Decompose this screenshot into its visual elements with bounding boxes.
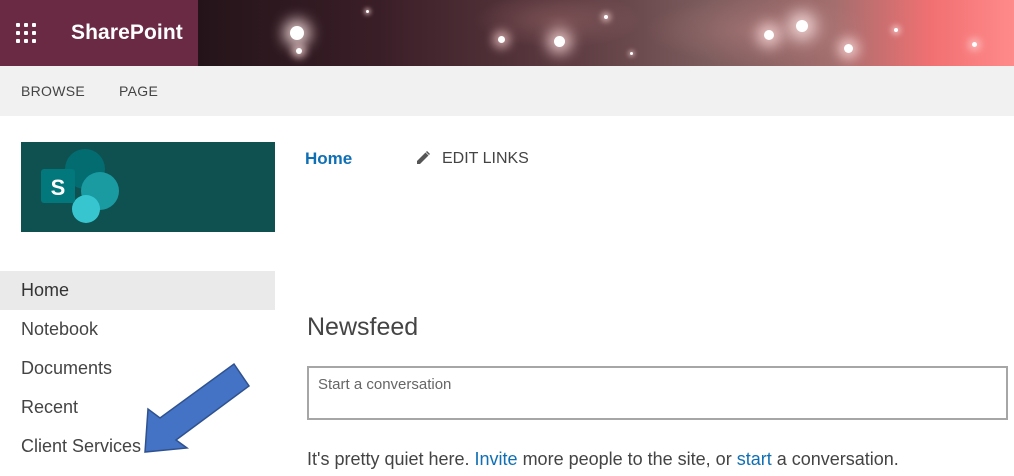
waffle-icon[interactable] <box>14 21 38 45</box>
quiet-middle: more people to the site, or <box>517 449 737 469</box>
nav-item-recent[interactable]: Recent <box>0 388 275 427</box>
theme-banner <box>198 0 1014 66</box>
edit-links-button[interactable]: EDIT LINKS <box>414 150 529 168</box>
quiet-prefix: It's pretty quiet here. <box>307 449 475 469</box>
nav-item-documents[interactable]: Documents <box>0 349 275 388</box>
sharepoint-logo-icon: S <box>41 149 119 223</box>
empty-feed-message: It's pretty quiet here. Invite more peop… <box>307 449 899 470</box>
edit-links-label: EDIT LINKS <box>442 150 529 167</box>
app-name[interactable]: SharePoint <box>71 21 183 45</box>
invite-link[interactable]: Invite <box>475 449 518 469</box>
start-link[interactable]: start <box>737 449 772 469</box>
tab-page[interactable]: PAGE <box>119 83 158 99</box>
nav-item-notebook[interactable]: Notebook <box>0 310 275 349</box>
quick-launch: Home Notebook Documents Recent Client Se… <box>0 271 275 466</box>
nav-item-home[interactable]: Home <box>0 271 275 310</box>
suite-bar: SharePoint <box>0 0 1014 66</box>
nav-item-client-services[interactable]: Client Services <box>0 427 275 466</box>
topnav-home-link[interactable]: Home <box>305 149 352 169</box>
tab-browse[interactable]: BROWSE <box>21 83 85 99</box>
pencil-icon <box>417 150 431 164</box>
site-logo[interactable]: S <box>21 142 275 232</box>
start-conversation-input[interactable] <box>307 366 1008 420</box>
brand-area: SharePoint <box>0 0 198 66</box>
newsfeed-title: Newsfeed <box>307 313 419 341</box>
ribbon: BROWSE PAGE <box>0 66 1014 116</box>
quiet-suffix: a conversation. <box>771 449 899 469</box>
logo-letter: S <box>51 175 66 200</box>
